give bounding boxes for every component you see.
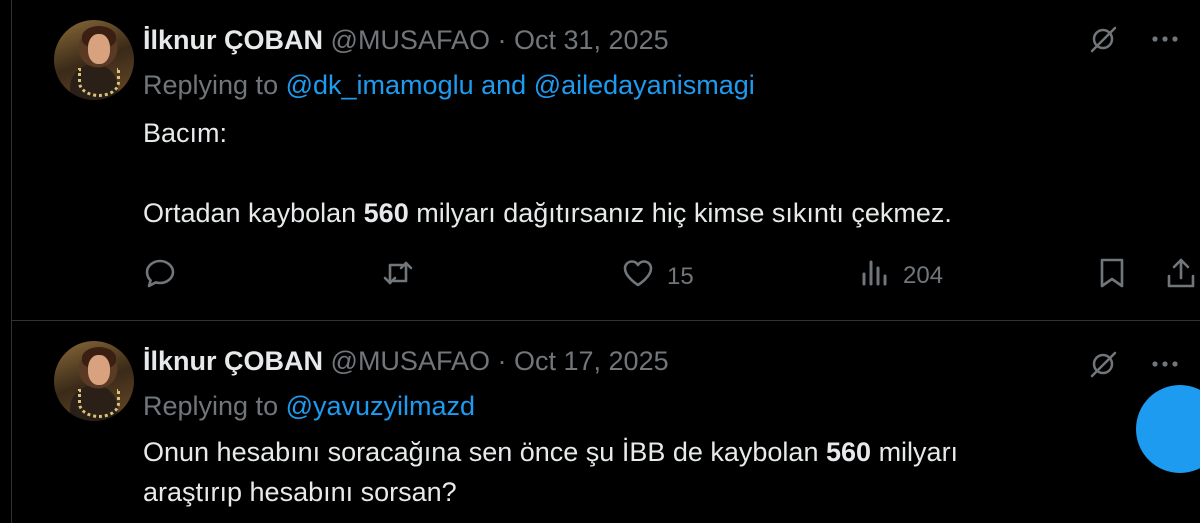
tweet-text-line: Onun hesabını soracağına sen önce şu İBB…: [143, 432, 958, 472]
more-icon[interactable]: [1152, 35, 1178, 43]
tweet-date[interactable]: Oct 17, 2025: [514, 346, 669, 376]
tweet-header: İlknur ÇOBAN @MUSAFAO · Oct 31, 2025: [143, 24, 669, 56]
text-segment: milyarı dağıtırsanız hiç kimse sıkıntı ç…: [416, 198, 952, 228]
mention-link[interactable]: @dk_imamoglu: [286, 70, 474, 100]
tweet-header: İlknur ÇOBAN @MUSAFAO · Oct 17, 2025: [143, 345, 669, 377]
tweet-top-actions: [1088, 349, 1178, 379]
text-segment: Ortadan kaybolan: [143, 198, 357, 228]
like-button[interactable]: 15: [621, 256, 694, 297]
tweet-top-actions: [1088, 24, 1178, 54]
mention-link[interactable]: @ailedayanismagi: [534, 70, 755, 100]
avatar[interactable]: [54, 341, 134, 421]
tweet-date[interactable]: Oct 31, 2025: [514, 25, 669, 55]
bookmark-icon: [1097, 256, 1127, 297]
replying-prefix: Replying to: [143, 70, 279, 100]
like-count: 15: [667, 262, 694, 290]
share-button[interactable]: [1165, 256, 1197, 297]
text-segment: milyarı: [878, 437, 959, 467]
separator: ·: [497, 346, 507, 376]
author-name[interactable]: İlknur ÇOBAN: [143, 25, 323, 55]
replying-prefix: Replying to: [143, 391, 279, 421]
text-bold: 560: [825, 437, 872, 467]
text-segment: Onun hesabını soracağına sen önce şu İBB…: [143, 437, 819, 467]
author-name[interactable]: İlknur ÇOBAN: [143, 346, 323, 376]
grok-icon[interactable]: [1088, 24, 1118, 54]
tweet-text-line: araştırıp hesabını sorsan?: [143, 477, 457, 507]
tweet[interactable]: İlknur ÇOBAN @MUSAFAO · Oct 17, 2025 Rep…: [11, 321, 1200, 523]
views-count: 204: [903, 261, 944, 289]
author-handle[interactable]: @MUSAFAO: [331, 25, 490, 55]
retweet-button[interactable]: [381, 256, 415, 297]
retweet-icon: [381, 256, 415, 297]
reply-button[interactable]: [143, 256, 177, 297]
views-button[interactable]: 204: [859, 256, 943, 295]
mention-link[interactable]: @yavuzyilmazd: [286, 391, 475, 421]
avatar[interactable]: [54, 20, 134, 100]
bookmark-button[interactable]: [1097, 256, 1127, 297]
author-handle[interactable]: @MUSAFAO: [331, 346, 490, 376]
tweet[interactable]: İlknur ÇOBAN @MUSAFAO · Oct 31, 2025 Rep…: [11, 0, 1200, 321]
separator: ·: [497, 25, 507, 55]
like-icon: [621, 256, 655, 297]
tweet-text-line: Bacım:: [143, 118, 228, 148]
more-icon[interactable]: [1152, 360, 1178, 368]
tweet-text-line: Ortadan kaybolan 560 milyarı dağıtırsanı…: [143, 193, 952, 233]
tweet-text: Onun hesabını soracağına sen önce şu İBB…: [143, 432, 958, 512]
text-bold: 560: [363, 198, 409, 228]
tweet-text: Bacım: Ortadan kaybolan 560 milyarı dağı…: [143, 113, 952, 233]
reply-icon: [143, 256, 177, 297]
replying-and[interactable]: and: [481, 70, 526, 100]
replying-to: Replying to @yavuzyilmazd: [143, 390, 475, 422]
share-icon: [1165, 256, 1197, 297]
tweet-actions: 15 204: [143, 252, 1200, 292]
replying-to: Replying to @dk_imamoglu and @ailedayani…: [143, 69, 755, 101]
grok-icon[interactable]: [1088, 349, 1118, 379]
views-icon: [859, 256, 891, 295]
